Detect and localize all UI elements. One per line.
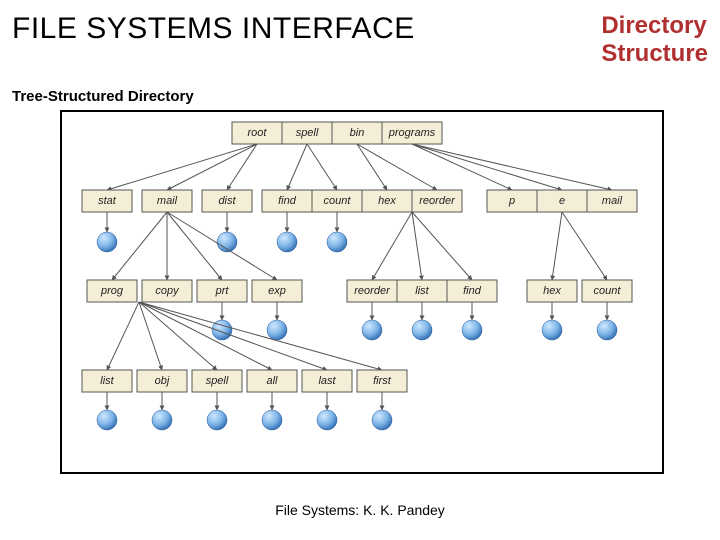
node-spell2: spell [206, 375, 229, 387]
leaf-icon [542, 320, 562, 340]
subtitle-line2: Structure [601, 40, 708, 67]
leaf-icon [97, 232, 117, 252]
node-last: last [318, 375, 336, 387]
footer-text: File Systems: K. K. Pandey [0, 502, 720, 518]
node-list: list [415, 285, 429, 297]
subtitle-line1: Directory [601, 12, 706, 39]
leaf-icon [152, 410, 172, 430]
node-reorder: reorder [419, 195, 456, 207]
row2: stat mail dist find count hex reorder p … [82, 190, 637, 212]
leaf-icon [277, 232, 297, 252]
node-exp: exp [268, 285, 286, 297]
node-mail2: mail [602, 195, 623, 207]
node-root: root [248, 127, 268, 139]
node-stat: stat [98, 195, 117, 207]
node-find: find [278, 195, 297, 207]
leaf-icon [412, 320, 432, 340]
node-dist: dist [218, 195, 236, 207]
node-e: e [559, 195, 565, 207]
node-list2: list [100, 375, 114, 387]
row3-mid: reorder list find [347, 280, 497, 302]
node-first: first [373, 375, 392, 387]
node-hex2: hex [543, 285, 561, 297]
page-subtitle: Directory Structure [601, 12, 708, 67]
node-find2: find [463, 285, 482, 297]
row3-right: hex count [527, 280, 632, 302]
row4: list obj spell all last first [82, 370, 407, 392]
leaf-icon [207, 410, 227, 430]
node-reorder2: reorder [354, 285, 391, 297]
node-prt: prt [215, 285, 230, 297]
root-row: root spell bin programs [232, 122, 442, 144]
node-copy: copy [155, 285, 180, 297]
node-mail: mail [157, 195, 178, 207]
node-count2: count [594, 285, 622, 297]
node-hex: hex [378, 195, 396, 207]
node-obj: obj [155, 375, 170, 387]
node-p: p [508, 195, 515, 207]
leaf-icon [97, 410, 117, 430]
node-count: count [324, 195, 352, 207]
node-prog: prog [100, 285, 124, 297]
leaf-icon [262, 410, 282, 430]
row3-left: prog copy prt exp [87, 280, 302, 302]
leaf-icon [317, 410, 337, 430]
section-heading: Tree-Structured Directory [12, 88, 194, 105]
leaf-icon [362, 320, 382, 340]
node-spell: spell [296, 127, 319, 139]
leaf-icon [267, 320, 287, 340]
page-title: FILE SYSTEMS INTERFACE [12, 12, 415, 46]
node-all: all [266, 375, 278, 387]
leaf-icon [597, 320, 617, 340]
leaf-icon [462, 320, 482, 340]
tree-diagram: root spell bin programs stat mail dist f… [60, 110, 664, 474]
node-bin: bin [350, 127, 365, 139]
leaf-icon [372, 410, 392, 430]
node-programs: programs [388, 127, 436, 139]
leaf-icon [327, 232, 347, 252]
